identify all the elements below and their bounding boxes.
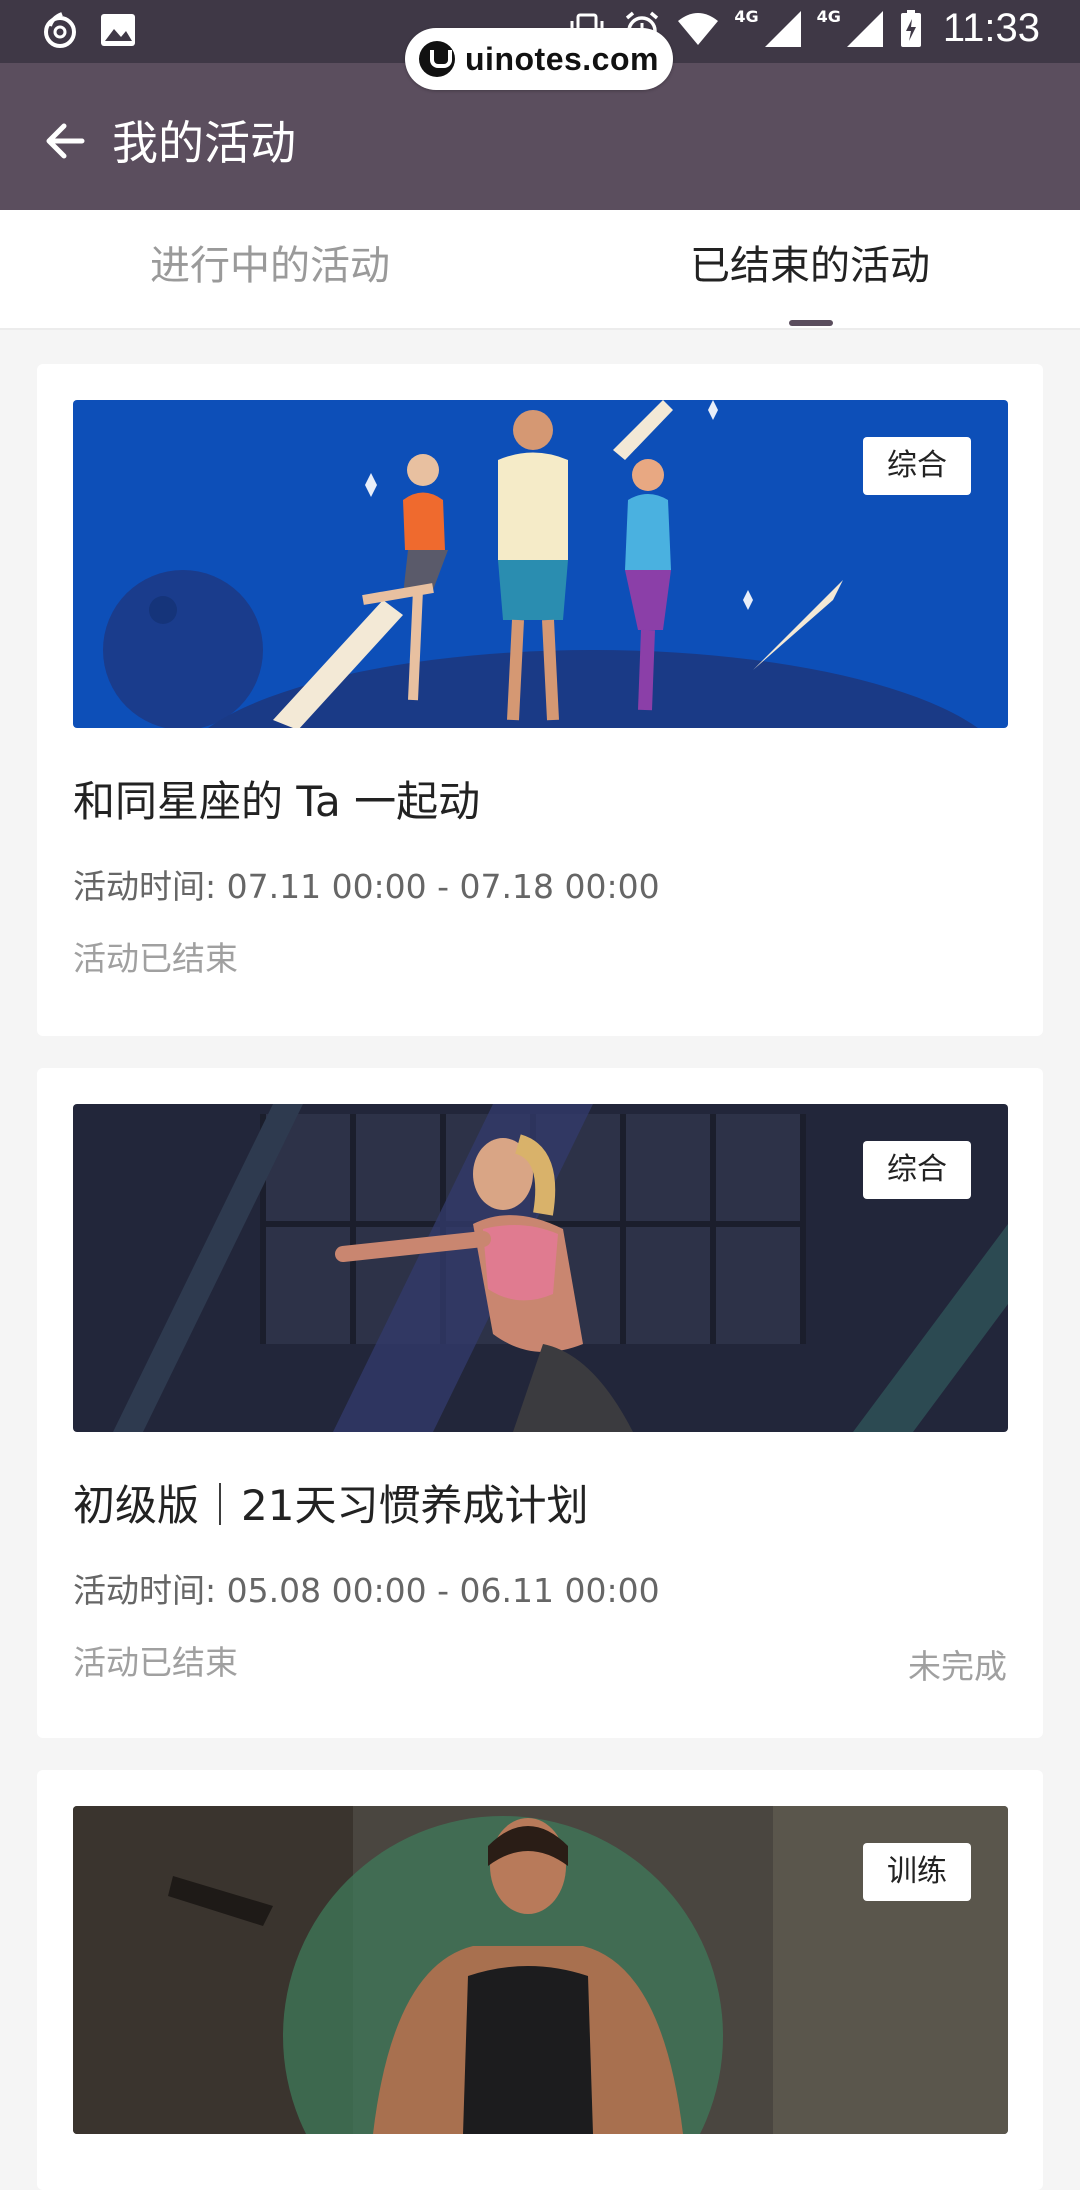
activity-title: 和同星座的 Ta 一起动 xyxy=(73,777,481,826)
activity-time: 活动时间: 07.11 00:00 - 07.18 00:00 xyxy=(73,867,660,906)
network-type-1: 4G xyxy=(734,7,759,26)
network-type-2: 4G xyxy=(816,7,841,26)
tab-ongoing-activities[interactable]: 进行中的活动 xyxy=(0,210,540,328)
activity-banner-image: 综合 xyxy=(73,1104,1008,1432)
activity-status: 活动已结束 xyxy=(73,939,238,978)
signal-icon xyxy=(763,9,803,49)
activity-banner-image: 训练 xyxy=(73,1806,1008,2134)
tab-bar: 进行中的活动 已结束的活动 xyxy=(0,210,1080,330)
activity-category-tag: 综合 xyxy=(863,437,971,495)
arrow-left-icon xyxy=(46,123,85,159)
image-icon xyxy=(98,10,138,50)
activity-status: 活动已结束 xyxy=(73,1643,238,1682)
status-left-icons xyxy=(40,10,138,50)
activity-category-tag: 综合 xyxy=(863,1141,971,1199)
battery-charging-icon xyxy=(899,9,923,49)
watermark: uinotes.com xyxy=(405,28,673,90)
tab-ended-activities[interactable]: 已结束的活动 xyxy=(540,210,1080,328)
signal-icon xyxy=(845,9,885,49)
status-time: 11:33 xyxy=(942,6,1040,50)
activity-card[interactable]: 综合 和同星座的 Ta 一起动 活动时间: 07.11 00:00 - 07.1… xyxy=(37,364,1043,1036)
tab-active-indicator xyxy=(789,320,833,326)
netease-icon xyxy=(40,10,80,50)
activity-banner-image: 综合 xyxy=(73,400,1008,728)
activity-card[interactable]: 训练 xyxy=(37,1770,1043,2190)
activity-result: 未完成 xyxy=(908,1647,1007,1686)
activity-card[interactable]: 综合 初级版｜21天习惯养成计划 活动时间: 05.08 00:00 - 06.… xyxy=(37,1068,1043,1738)
back-button[interactable] xyxy=(38,113,94,169)
watermark-text: uinotes.com xyxy=(465,40,659,77)
activity-category-tag: 训练 xyxy=(863,1843,971,1901)
page-title: 我的活动 xyxy=(112,116,296,170)
activity-title: 初级版｜21天习惯养成计划 xyxy=(73,1481,589,1530)
activity-time: 活动时间: 05.08 00:00 - 06.11 00:00 xyxy=(73,1571,660,1610)
wifi-icon xyxy=(676,9,720,49)
uinotes-logo-icon xyxy=(419,41,455,77)
